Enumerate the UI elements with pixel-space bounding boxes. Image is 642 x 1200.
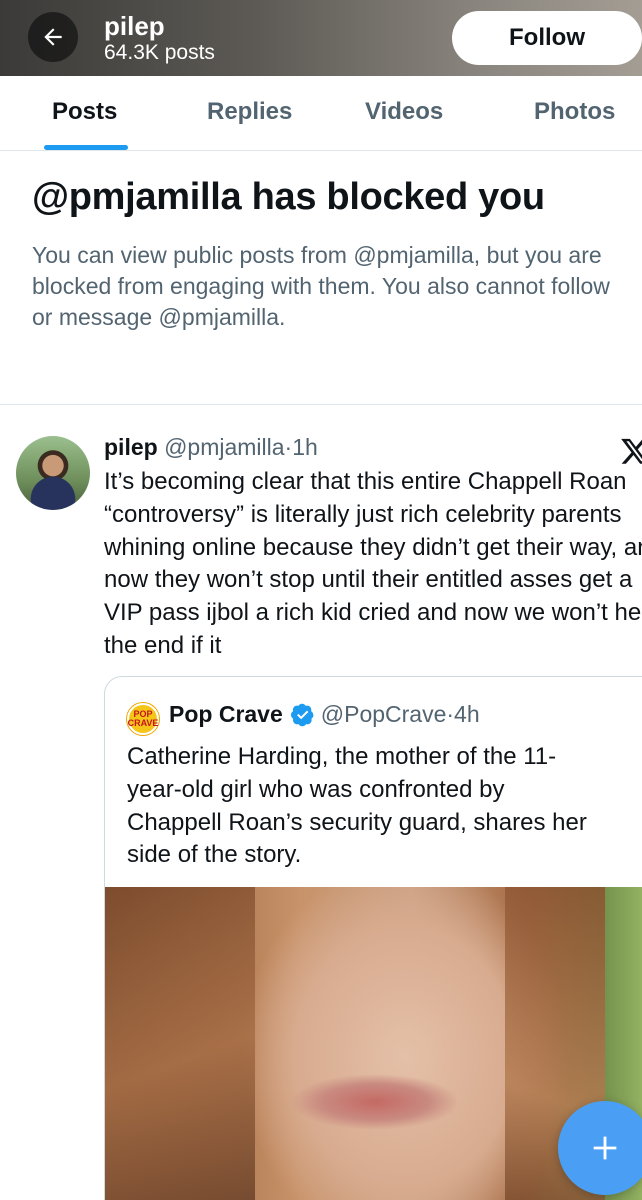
- quote-author-name[interactable]: Pop Crave: [169, 701, 283, 728]
- tab-photos[interactable]: Photos: [534, 98, 615, 126]
- active-tab-indicator: [44, 145, 128, 150]
- blocked-title: @pmjamilla has blocked you: [32, 176, 545, 218]
- compose-button[interactable]: [558, 1101, 642, 1195]
- post-header: pilep @pmjamilla·1h: [104, 434, 318, 461]
- post-text: It’s becoming clear that this entire Cha…: [104, 468, 642, 659]
- pop-crave-logo: POP CRAVE: [127, 703, 159, 735]
- profile-name: pilep: [104, 11, 165, 41]
- follow-button[interactable]: Follow: [452, 11, 642, 65]
- verified-badge-icon: [290, 703, 314, 726]
- arrow-left-icon: [44, 28, 62, 46]
- tab-replies[interactable]: Replies: [207, 98, 292, 126]
- media-hair-left: [105, 887, 255, 1200]
- quote-text: Catherine Harding, the mother of the 11-…: [127, 743, 587, 869]
- back-button[interactable]: [28, 12, 78, 62]
- post-count: 64.3K posts: [104, 41, 215, 64]
- blocked-description: You can view public posts from @pmjamill…: [32, 242, 610, 330]
- profile-header: pilep 64.3K posts Follow: [0, 0, 642, 76]
- quote-handle-time[interactable]: @PopCrave·4h: [321, 701, 480, 728]
- quoted-post[interactable]: POP CRAVE Pop Crave @PopCrave·4h Catheri…: [104, 676, 642, 1200]
- profile-tabs: Posts Replies Videos Photos: [0, 76, 642, 151]
- plus-icon: [593, 1136, 617, 1160]
- avatar[interactable]: [16, 436, 90, 510]
- post-handle-time[interactable]: @pmjamilla·1h: [164, 434, 318, 460]
- quote-header: Pop Crave @PopCrave·4h: [169, 701, 480, 728]
- tab-posts[interactable]: Posts: [52, 98, 117, 126]
- x-logo-icon: [621, 438, 642, 464]
- tab-videos[interactable]: Videos: [365, 98, 443, 126]
- divider: [0, 404, 642, 405]
- post-author-name[interactable]: pilep: [104, 434, 158, 460]
